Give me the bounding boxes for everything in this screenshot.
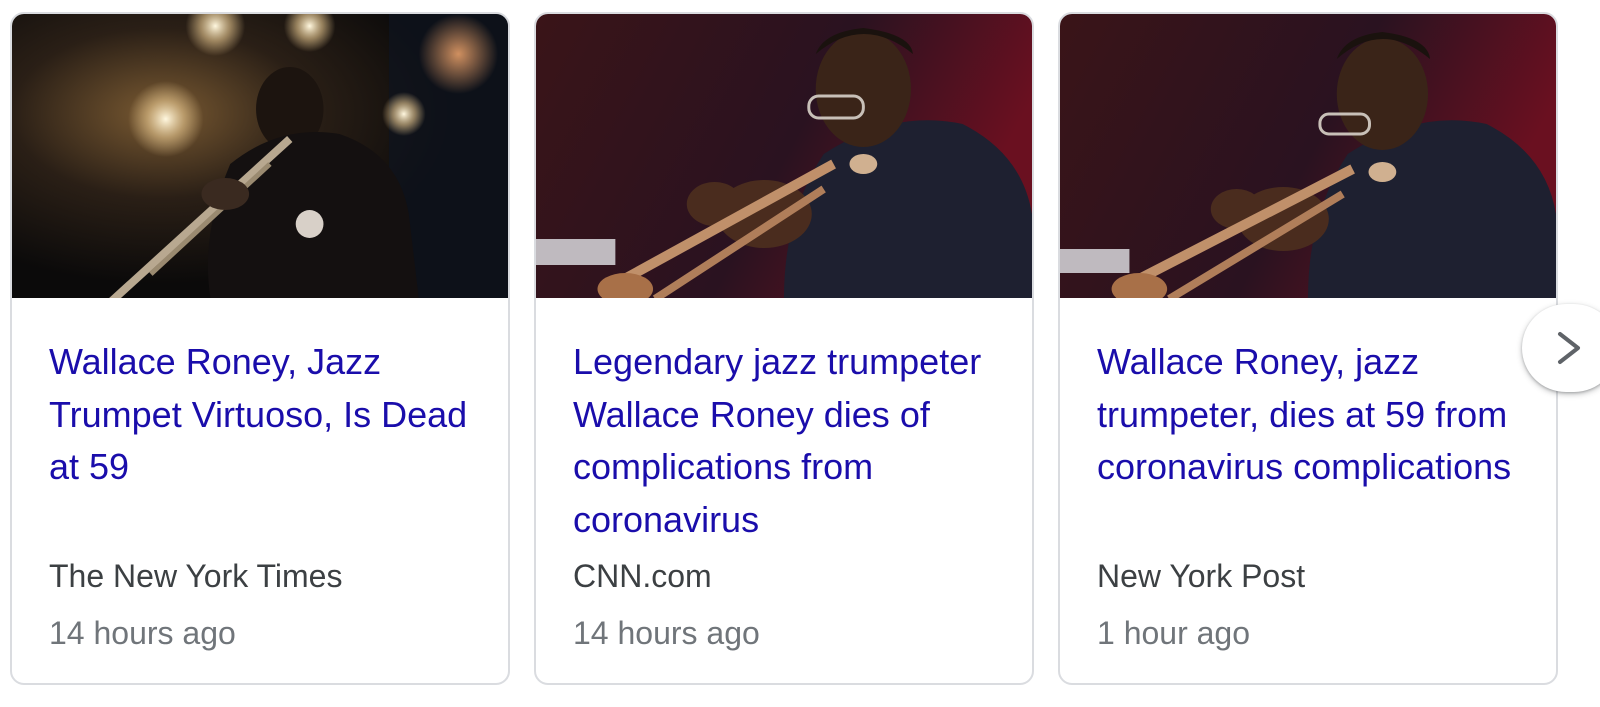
news-source: The New York Times [49, 558, 343, 594]
news-thumbnail-image[interactable] [1060, 14, 1556, 298]
news-source: CNN.com [573, 558, 712, 594]
trumpeter-photo [536, 14, 1032, 298]
news-card[interactable]: Legendary jazz trumpeter Wallace Roney d… [534, 12, 1034, 685]
news-thumbnail-image[interactable] [12, 14, 508, 298]
news-card[interactable]: Wallace Roney, jazz trumpeter, dies at 5… [1058, 12, 1558, 685]
news-carousel: Wallace Roney, Jazz Trumpet Virtuoso, Is… [0, 0, 1600, 707]
chevron-right-icon [1558, 332, 1580, 364]
news-card[interactable]: Wallace Roney, Jazz Trumpet Virtuoso, Is… [10, 12, 510, 685]
news-timestamp: 14 hours ago [573, 615, 760, 651]
news-headline-link[interactable]: Wallace Roney, Jazz Trumpet Virtuoso, Is… [49, 336, 489, 494]
carousel-next-button[interactable] [1522, 304, 1600, 392]
news-headline-link[interactable]: Wallace Roney, jazz trumpeter, dies at 5… [1097, 336, 1537, 494]
trumpeter-photo [12, 14, 508, 298]
news-timestamp: 1 hour ago [1097, 615, 1251, 651]
news-source: New York Post [1097, 558, 1306, 594]
news-thumbnail-image[interactable] [536, 14, 1032, 298]
news-timestamp: 14 hours ago [49, 615, 236, 651]
news-headline-link[interactable]: Legendary jazz trumpeter Wallace Roney d… [573, 336, 1013, 546]
trumpeter-photo [1060, 14, 1556, 298]
